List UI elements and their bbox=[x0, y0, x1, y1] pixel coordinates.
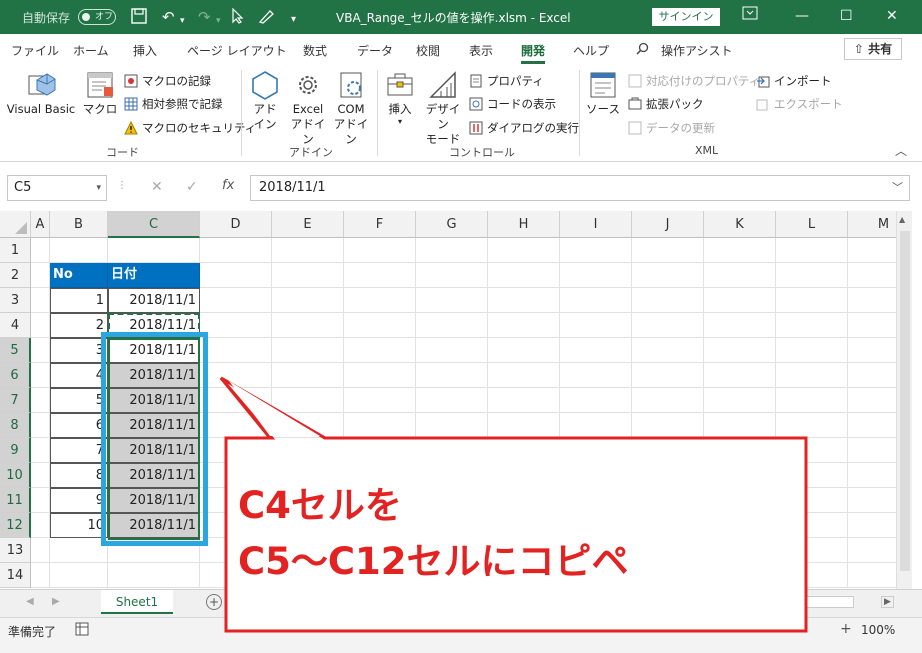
callout-line-2: C5～C12セルにコピペ bbox=[238, 540, 629, 583]
callout-text: C4セルを C5～C12セルにコピペ bbox=[238, 478, 629, 590]
callout-line-1: C4セルを bbox=[238, 484, 402, 527]
